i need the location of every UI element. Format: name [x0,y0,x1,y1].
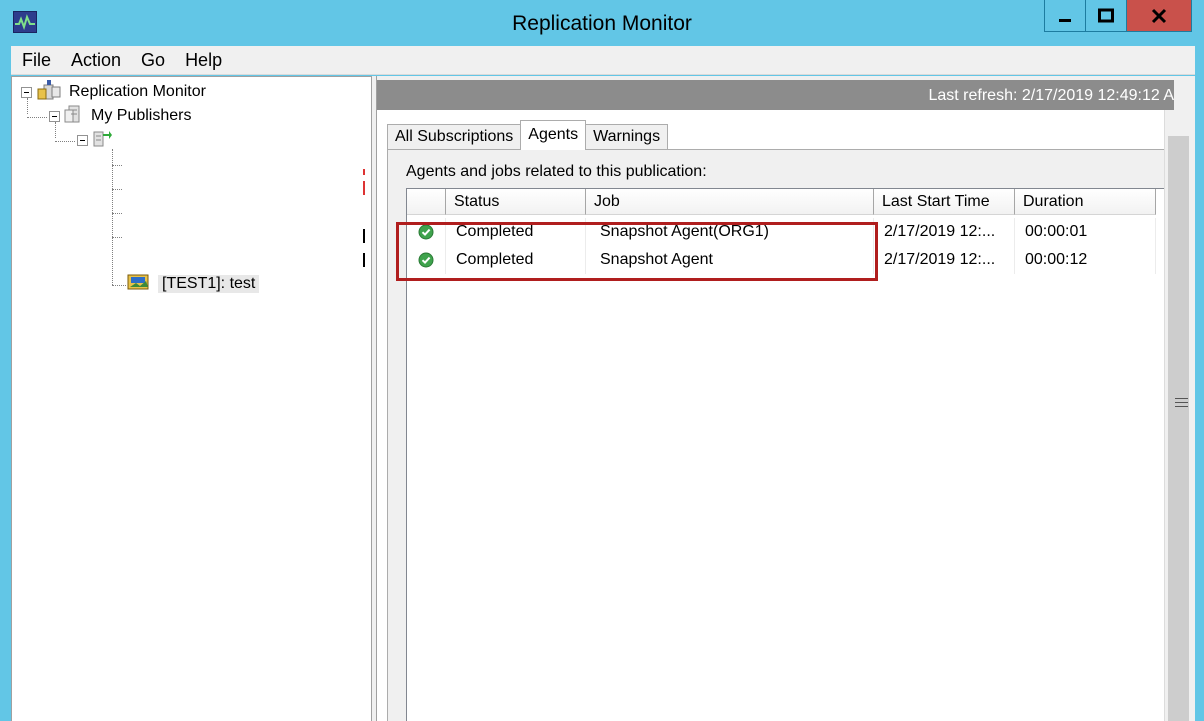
tree-connector [112,189,122,190]
column-header-duration[interactable]: Duration [1015,189,1156,215]
tree-label-replication-monitor: Replication Monitor [69,83,206,100]
scrollbar-grip-icon [1175,398,1188,410]
clipped-indicator [363,229,365,243]
tab-agents[interactable]: Agents [520,120,587,150]
success-check-icon [418,252,434,268]
tree-label-publication: [TEST1]: test [158,275,260,293]
grid-header: Status Job Last Start Time Duration [407,189,1167,215]
tree-item-my-publishers[interactable]: My Publishers [49,105,191,127]
tree-connector [112,285,126,286]
publication-icon [126,271,152,298]
success-check-icon [418,224,434,240]
minimize-icon [1059,18,1071,22]
tree-connector [112,213,122,214]
publishers-folder-icon [63,103,85,130]
duration-cell: 00:00:01 [1015,218,1156,246]
column-header-last-start-time[interactable]: Last Start Time [874,189,1015,215]
table-row[interactable]: Completed Snapshot Agent 2/17/2019 12:..… [407,246,1167,274]
tab-warnings[interactable]: Warnings [585,124,669,150]
tree-label-my-publishers: My Publishers [91,107,192,124]
status-cell: Completed [446,246,586,274]
window-title: Replication Monitor [512,12,692,35]
details-pane: Last refresh: 2/17/2019 12:49:12 A All S… [376,76,1195,721]
scrollbar-thumb[interactable] [1168,136,1189,721]
maximize-icon [1098,8,1114,22]
status-icon-cell [407,218,446,246]
last-start-cell: 2/17/2019 12:... [874,218,1015,246]
server-publish-icon [91,127,113,154]
menu-bar: File Action Go Help [11,46,1195,75]
menu-go[interactable]: Go [131,46,175,75]
collapse-toggle[interactable] [77,134,88,146]
replication-monitor-icon [35,79,63,106]
tree-connector [112,149,113,285]
title-bar[interactable]: Replication Monitor [0,0,1204,46]
details-body: All Subscriptions Agents Warnings Agents… [377,110,1167,721]
close-icon [1151,8,1167,23]
agents-caption: Agents and jobs related to this publicat… [406,163,707,180]
navigation-tree[interactable]: Replication Monitor My Publishers [TEST1… [11,76,372,721]
clipped-indicator [363,181,365,195]
tree-item-publisher-server[interactable] [77,129,119,151]
job-cell: Snapshot Agent [586,246,874,274]
tree-item-replication-monitor[interactable]: Replication Monitor [21,79,206,106]
column-header-icon[interactable] [407,189,446,215]
tree-item-publication-test[interactable]: [TEST1]: test [126,271,260,298]
refresh-header: Last refresh: 2/17/2019 12:49:12 A [377,80,1174,110]
table-row[interactable]: Completed Snapshot Agent(ORG1) 2/17/2019… [407,218,1167,246]
status-cell: Completed [446,218,586,246]
duration-cell: 00:00:12 [1015,246,1156,274]
agents-tab-panel: Agents and jobs related to this publicat… [387,149,1167,721]
menu-help[interactable]: Help [175,46,232,75]
minimize-button[interactable] [1044,0,1086,32]
column-header-status[interactable]: Status [446,189,586,215]
clipped-indicator [363,169,365,175]
column-header-job[interactable]: Job [586,189,874,215]
window-frame-right [1195,46,1204,721]
collapse-toggle[interactable] [49,110,60,122]
job-cell: Snapshot Agent(ORG1) [586,218,874,246]
last-start-cell: 2/17/2019 12:... [874,246,1015,274]
tab-all-subscriptions[interactable]: All Subscriptions [387,124,522,150]
last-refresh-text: Last refresh: 2/17/2019 12:49:12 A [928,87,1174,104]
agents-grid[interactable]: Status Job Last Start Time Duration Comp… [406,188,1167,721]
vertical-scrollbar[interactable] [1164,110,1193,721]
tree-connector [55,141,75,142]
tree-connector [27,117,47,118]
clipped-indicator [363,253,365,267]
menu-action[interactable]: Action [61,46,131,75]
tree-connector [112,165,122,166]
menu-file[interactable]: File [11,46,61,75]
collapse-toggle[interactable] [21,86,32,98]
window-frame-left [0,46,11,721]
maximize-button[interactable] [1085,0,1127,32]
tree-connector [112,237,122,238]
status-icon-cell [407,246,446,274]
tab-strip: All Subscriptions Agents Warnings [387,120,669,150]
close-button[interactable] [1126,0,1192,32]
